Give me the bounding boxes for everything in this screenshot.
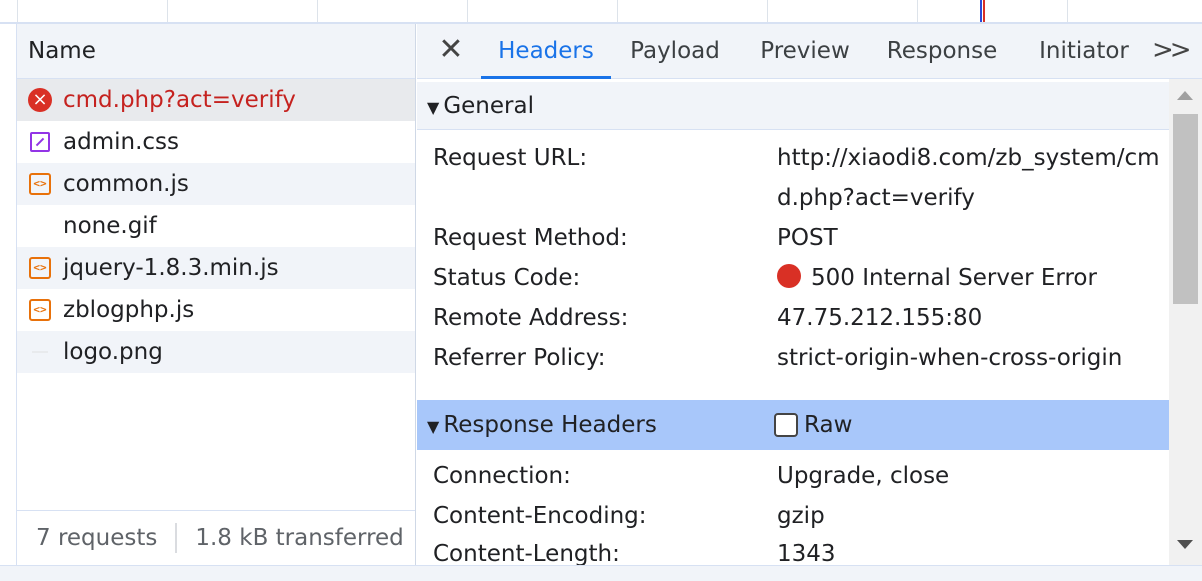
- stylesheet-icon: [30, 132, 50, 152]
- header-key: Referrer Policy:: [433, 345, 606, 371]
- request-name: none.gif: [63, 213, 157, 239]
- raw-checkbox[interactable]: [774, 413, 798, 437]
- request-name: jquery-1.8.3.min.js: [63, 255, 279, 281]
- image-icon: [32, 351, 48, 353]
- load-event-marker: [983, 0, 985, 22]
- header-key: Content-Length:: [433, 541, 620, 565]
- header-value: Upgrade, close: [777, 463, 950, 489]
- script-icon: <>: [29, 299, 51, 321]
- dom-content-loaded-marker: [980, 0, 982, 22]
- section-title: Response Headers: [443, 412, 657, 438]
- raw-label: Raw: [804, 412, 853, 438]
- request-url-value: http://xiaodi8.com/zb_system/cm: [777, 145, 1160, 171]
- waterfall-gridline: [617, 0, 618, 22]
- header-key: Remote Address:: [433, 305, 629, 331]
- section-title: General: [443, 93, 534, 119]
- request-name: admin.css: [63, 129, 179, 155]
- tab-initiator[interactable]: Initiator: [1027, 24, 1141, 79]
- request-name: common.js: [63, 171, 189, 197]
- waterfall-gridline: [917, 0, 918, 22]
- request-count: 7 requests: [17, 523, 178, 553]
- script-icon: <>: [29, 173, 51, 195]
- status-code-value: 500 Internal Server Error: [777, 258, 1097, 298]
- scrollbar-thumb[interactable]: [1173, 114, 1198, 304]
- waterfall-gridline: [467, 0, 468, 22]
- close-icon[interactable]: ✕: [437, 35, 465, 65]
- status-code-text: 500 Internal Server Error: [811, 265, 1097, 291]
- chevron-double-right-icon[interactable]: >>: [1152, 24, 1192, 79]
- header-value: gzip: [777, 503, 825, 529]
- response-headers-section-header[interactable]: ▼ Response Headers Raw: [417, 400, 1169, 450]
- details-tab-bar: ✕ Headers Payload Preview Response Initi…: [417, 24, 1202, 79]
- request-name: logo.png: [63, 339, 163, 365]
- left-gutter: [0, 24, 17, 581]
- waterfall-gridline: [767, 0, 768, 22]
- waterfall-overview[interactable]: [0, 0, 1202, 24]
- request-url-value-cont: d.php?act=verify: [777, 185, 975, 211]
- request-row[interactable]: <> jquery-1.8.3.min.js: [17, 247, 415, 289]
- drawer-edge: [0, 565, 1202, 581]
- tab-response[interactable]: Response: [877, 24, 1007, 79]
- header-key: Status Code:: [433, 265, 581, 291]
- request-list: Name × cmd.php?act=verify admin.css <> c…: [17, 24, 416, 565]
- script-icon: <>: [29, 257, 51, 279]
- remote-address-value: 47.75.212.155:80: [777, 305, 983, 331]
- referrer-policy-value: strict-origin-when-cross-origin: [777, 345, 1123, 371]
- waterfall-gridline: [317, 0, 318, 22]
- triangle-down-icon: ▼: [427, 417, 440, 436]
- request-name: zblogphp.js: [63, 297, 195, 323]
- error-icon: ×: [28, 88, 52, 112]
- name-column-header[interactable]: Name: [17, 24, 415, 79]
- waterfall-gridline: [1067, 0, 1068, 22]
- request-method-value: POST: [777, 225, 838, 251]
- request-row[interactable]: logo.png: [17, 331, 415, 373]
- headers-content: ▼ General Request URL: http://xiaodi8.com…: [417, 79, 1169, 565]
- waterfall-gridline: [17, 0, 18, 22]
- scroll-up-arrow-icon[interactable]: [1177, 91, 1193, 100]
- waterfall-gridline: [167, 0, 168, 22]
- header-value: 1343: [777, 541, 836, 565]
- status-bar: 7 requests 1.8 kB transferred: [17, 510, 415, 565]
- request-row[interactable]: <> common.js: [17, 163, 415, 205]
- request-row[interactable]: admin.css: [17, 121, 415, 163]
- tab-payload[interactable]: Payload: [617, 24, 733, 79]
- transferred-size: 1.8 kB transferred: [195, 525, 404, 551]
- request-name: cmd.php?act=verify: [63, 87, 296, 113]
- vertical-scrollbar[interactable]: [1169, 79, 1202, 565]
- header-key: Connection:: [433, 463, 571, 489]
- header-key: Request Method:: [433, 225, 628, 251]
- general-section-header[interactable]: ▼ General: [417, 82, 1169, 130]
- request-row[interactable]: <> zblogphp.js: [17, 289, 415, 331]
- request-details-panel: ✕ Headers Payload Preview Response Initi…: [417, 24, 1202, 565]
- status-dot-icon: [777, 264, 801, 288]
- request-row[interactable]: none.gif: [17, 205, 415, 247]
- scroll-down-arrow-icon[interactable]: [1177, 540, 1193, 549]
- triangle-down-icon: ▼: [427, 98, 440, 117]
- tab-preview[interactable]: Preview: [747, 24, 863, 79]
- header-key: Request URL:: [433, 145, 588, 171]
- header-key: Content-Encoding:: [433, 503, 647, 529]
- tab-headers[interactable]: Headers: [481, 24, 611, 79]
- request-row[interactable]: × cmd.php?act=verify: [17, 79, 415, 121]
